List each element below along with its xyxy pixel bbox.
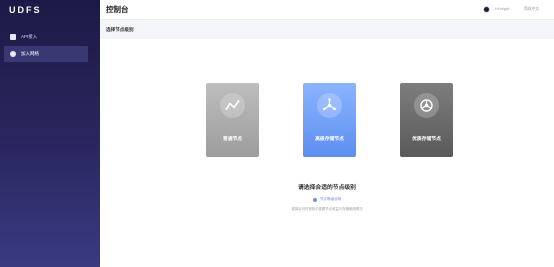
selection-description: 选择后可在钱包中查看节点收益与存储使用情况 [291, 207, 363, 211]
node-card-label: 高级存储节点 [315, 137, 344, 142]
node-card-advanced[interactable]: 高级存储节点 [303, 83, 356, 157]
app-logo: UDFS [9, 5, 42, 15]
chart-line-icon [220, 93, 245, 118]
network-icon [10, 51, 16, 57]
network-hub-icon [317, 93, 342, 118]
sidebar-item-api[interactable]: API接入 [4, 29, 88, 45]
section-bar: 选择节点级别 [100, 21, 554, 39]
node-card-label: 普通节点 [222, 137, 243, 142]
sidebar: UDFS API接入 加入网络 [0, 0, 100, 267]
help-link-label: 节点等级说明 [319, 197, 342, 201]
page-title: 控制台 [106, 5, 129, 14]
info-icon [312, 197, 317, 202]
sidebar-item-label: 加入网络 [21, 51, 39, 56]
api-icon [10, 34, 16, 40]
user-name[interactable]: Hi bright [495, 7, 509, 11]
top-header: 控制台 Hi bright 简体中文 [100, 0, 554, 20]
help-link[interactable]: 节点等级说明 [100, 197, 554, 202]
section-title: 选择节点级别 [106, 27, 134, 32]
node-card-premium[interactable]: 优质存储节点 [400, 83, 453, 157]
node-card-normal[interactable]: 普通节点 [206, 83, 259, 157]
sidebar-item-join-network[interactable]: 加入网络 [4, 46, 88, 62]
main-content: 普通节点 高级存储节点 优质存储节点 请选择合适的节点级别 节点等级说明 选择后… [100, 39, 554, 267]
avatar[interactable] [483, 6, 490, 13]
language-selector[interactable]: 简体中文 [524, 7, 539, 12]
sidebar-item-label: API接入 [21, 34, 38, 39]
node-card-label: 优质存储节点 [412, 137, 441, 142]
selection-prompt: 请选择合适的节点级别 [298, 185, 356, 191]
aperture-icon [414, 93, 439, 118]
